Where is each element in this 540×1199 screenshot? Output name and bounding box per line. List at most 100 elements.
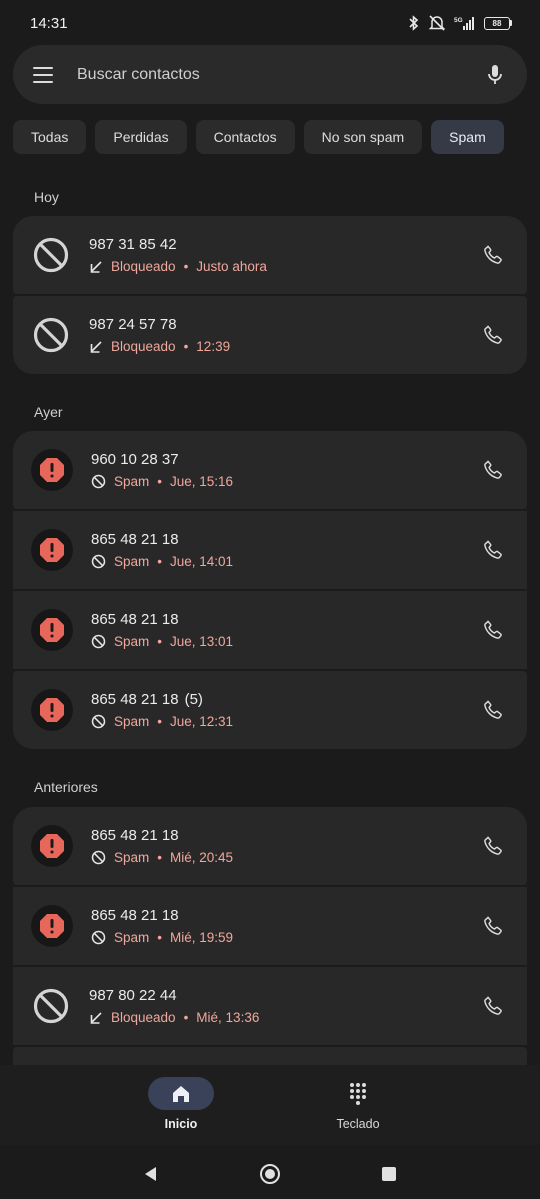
search-bar[interactable]: Buscar contactos [13, 45, 527, 104]
recents-icon[interactable] [378, 1163, 400, 1185]
call-group-today: 987 31 85 42 Bloqueado • Justo ahora 987 24 … [13, 216, 527, 374]
filter-chip-no-spam[interactable]: No son spam [303, 120, 423, 154]
call-time: Mié, 20:45 [170, 850, 234, 865]
call-back-icon[interactable] [479, 321, 507, 349]
call-number: 960 10 28 37 [91, 451, 179, 468]
nav-keypad-label: Teclado [336, 1117, 380, 1131]
call-number-line: 987 24 57 78 [89, 316, 479, 333]
call-group-older: 865 48 21 18 Spam • Mié, 20:45 865 48 21 18 S… [13, 807, 527, 1065]
separator: • [157, 554, 163, 569]
call-number: 865 48 21 18 [91, 691, 179, 708]
call-number-line: 865 48 21 18 [91, 611, 479, 628]
block-small-icon [91, 554, 106, 569]
call-back-icon[interactable] [479, 241, 507, 269]
call-details: 987 31 85 42 Bloqueado • Justo ahora [89, 236, 479, 274]
search-input[interactable]: Buscar contactos [77, 66, 483, 84]
call-status: Bloqueado [111, 1010, 176, 1025]
nav-home-label: Inicio [164, 1117, 198, 1131]
call-row[interactable]: 960 10 28 37 Spam • Jue, 15:16 [13, 431, 527, 509]
call-status-line: Spam • Mié, 19:59 [91, 930, 479, 945]
call-status-line: Spam • Jue, 15:16 [91, 474, 479, 489]
call-number-line: 865 48 21 18 [91, 531, 479, 548]
call-row[interactable]: 987 80 22 44 Bloqueado • Mié, 13:36 [13, 967, 527, 1045]
section-title-today: Hoy [34, 189, 59, 205]
status-time: 14:31 [30, 14, 68, 32]
call-status: Spam [114, 930, 150, 945]
call-status: Spam [114, 850, 150, 865]
separator: • [157, 634, 163, 649]
call-status-line: Spam • Jue, 13:01 [91, 634, 479, 649]
bluetooth-icon [409, 15, 419, 31]
call-number-line: 865 48 21 18 (5) [91, 691, 479, 708]
filter-chip-todas[interactable]: Todas [13, 120, 87, 154]
call-time: Jue, 15:16 [170, 474, 234, 489]
blocked-icon [31, 315, 71, 355]
system-nav [0, 1145, 540, 1199]
call-time: Mié, 13:36 [196, 1010, 260, 1025]
call-back-icon[interactable] [479, 616, 507, 644]
blocked-icon [31, 986, 71, 1026]
call-row[interactable]: 987 24 57 78 Bloqueado • 12:39 [13, 296, 527, 374]
call-status: Spam [114, 634, 150, 649]
call-row[interactable]: 865 48 21 18 Spam • Mié, 19:59 [13, 887, 527, 965]
call-row[interactable]: 865 48 21 18 Spam • Jue, 13:01 [13, 591, 527, 669]
home-button-icon[interactable] [259, 1163, 281, 1185]
call-status-line: Bloqueado • Mié, 13:36 [89, 1010, 479, 1025]
call-status: Spam [114, 714, 150, 729]
call-row[interactable]: 865 48 21 18 (5) Spam • Jue, 12:31 [13, 671, 527, 749]
call-back-icon[interactable] [479, 456, 507, 484]
call-count: (5) [184, 691, 203, 708]
call-back-icon[interactable] [479, 912, 507, 940]
call-row-partial[interactable] [13, 1047, 527, 1065]
separator: • [157, 714, 163, 729]
spam-warning-icon [31, 449, 73, 491]
battery-icon: 88 [484, 16, 512, 30]
nav-keypad[interactable]: Teclado [298, 1077, 418, 1131]
call-number: 987 80 22 44 [89, 987, 177, 1004]
mute-icon [428, 15, 446, 31]
home-icon[interactable] [148, 1077, 214, 1110]
call-group-yesterday: 960 10 28 37 Spam • Jue, 15:16 865 48 21 18 S… [13, 431, 527, 749]
call-status-line: Spam • Jue, 14:01 [91, 554, 479, 569]
filter-chip-contactos[interactable]: Contactos [195, 120, 295, 154]
call-status: Bloqueado [111, 339, 176, 354]
filter-chip-perdidas[interactable]: Perdidas [95, 120, 187, 154]
call-number: 987 24 57 78 [89, 316, 177, 333]
call-time: Justo ahora [196, 259, 267, 274]
separator: • [157, 474, 163, 489]
mic-icon[interactable] [483, 63, 507, 87]
call-row[interactable]: 987 31 85 42 Bloqueado • Justo ahora [13, 216, 527, 294]
spam-warning-icon [31, 689, 73, 731]
separator: • [157, 930, 163, 945]
back-icon[interactable] [140, 1163, 162, 1185]
call-details: 865 48 21 18 Spam • Jue, 13:01 [91, 611, 479, 649]
call-back-icon[interactable] [479, 696, 507, 724]
call-back-icon[interactable] [479, 992, 507, 1020]
call-number: 865 48 21 18 [91, 907, 179, 924]
call-back-icon[interactable] [479, 832, 507, 860]
spam-warning-icon [31, 825, 73, 867]
call-status-line: Bloqueado • 12:39 [89, 339, 479, 354]
incoming-arrow-icon [90, 260, 102, 273]
filter-chip-spam[interactable]: Spam [431, 120, 504, 154]
incoming-arrow-icon [90, 340, 102, 353]
separator: • [183, 339, 189, 354]
call-details: 987 80 22 44 Bloqueado • Mié, 13:36 [89, 987, 479, 1025]
nav-home[interactable]: Inicio [121, 1077, 241, 1131]
call-details: 865 48 21 18 Spam • Jue, 14:01 [91, 531, 479, 569]
bottom-nav: Inicio Teclado [0, 1065, 540, 1145]
call-time: 12:39 [196, 339, 231, 354]
call-row[interactable]: 865 48 21 18 Spam • Mié, 20:45 [13, 807, 527, 885]
call-number: 987 31 85 42 [89, 236, 177, 253]
call-back-icon[interactable] [479, 536, 507, 564]
menu-icon[interactable] [33, 66, 53, 83]
call-time: Jue, 13:01 [170, 634, 234, 649]
call-time: Jue, 14:01 [170, 554, 234, 569]
call-details: 987 24 57 78 Bloqueado • 12:39 [89, 316, 479, 354]
section-title-yesterday: Ayer [34, 404, 63, 420]
spam-warning-icon [31, 905, 73, 947]
dialpad-icon[interactable] [325, 1077, 391, 1110]
call-row[interactable]: 865 48 21 18 Spam • Jue, 14:01 [13, 511, 527, 589]
block-small-icon [91, 474, 106, 489]
block-small-icon [91, 930, 106, 945]
